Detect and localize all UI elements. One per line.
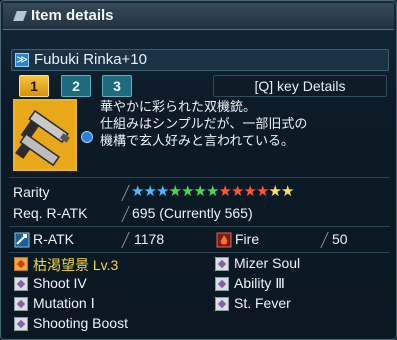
- rarity-label: Rarity: [13, 184, 50, 200]
- rarity-star-icon: ★: [143, 182, 157, 200]
- header-marker-icon: [13, 11, 27, 21]
- rarity-star-icon: ★: [281, 182, 295, 200]
- item-description: 華やかに彩られた双機銃。 仕組みはシンプルだが、一部旧式の 機構で玄人好みと言わ…: [100, 98, 390, 149]
- rarity-star-icon: ★: [268, 182, 282, 200]
- description-line-1: 華やかに彩られた双機銃。: [100, 99, 257, 114]
- window-title: Item details: [31, 7, 114, 24]
- rarity-star-icon: ★: [256, 182, 270, 200]
- ranged-attack-icon: [14, 232, 30, 248]
- affix-icon: [215, 297, 229, 311]
- rarity-star-icon: ★: [218, 182, 232, 200]
- affix-icon: [14, 277, 28, 291]
- details-button[interactable]: [Q] key Details: [213, 75, 387, 97]
- tab-3[interactable]: 3: [102, 75, 132, 97]
- rarity-star-icon: ★: [193, 182, 207, 200]
- req-ratk-label: Req. R-ATK: [13, 205, 88, 221]
- rarity-star-icon: ★: [206, 182, 220, 200]
- divider: [9, 252, 390, 253]
- affix-label: Shoot IV: [33, 275, 87, 291]
- affix-icon: [14, 317, 28, 331]
- fire-icon: [216, 232, 232, 248]
- divider-slash: [121, 185, 130, 201]
- affix-label: St. Fever: [234, 295, 291, 311]
- description-line-3: 機構で玄人好みと言われている。: [100, 133, 294, 148]
- affix-label: Ability Ⅲ: [234, 275, 285, 291]
- divider-slash: [121, 206, 130, 222]
- affix-icon: [215, 257, 229, 271]
- item-name-bar: ≫ Fubuki Rinka+10: [11, 49, 389, 71]
- divider: [9, 177, 390, 178]
- affix-label: Shooting Boost: [33, 315, 128, 331]
- rarity-star-icon: ★: [156, 182, 170, 200]
- ratk-value: 1178: [134, 231, 165, 247]
- item-name: Fubuki Rinka+10: [34, 51, 147, 68]
- affix-label: 枯渇望景 Lv.3: [33, 257, 119, 273]
- element-label: Fire: [235, 231, 260, 247]
- affix-icon: [14, 297, 28, 311]
- ratk-label: R-ATK: [33, 231, 74, 247]
- affix-label: Mutation Ⅰ: [33, 295, 95, 311]
- divider: [9, 226, 390, 227]
- no-trade-icon: [81, 131, 93, 143]
- divider-slash: [121, 232, 130, 248]
- window-header: Item details: [3, 3, 394, 30]
- twin-machinegun-image: [15, 109, 70, 167]
- rarity-star-icon: ★: [181, 182, 195, 200]
- special-ability-icon: [14, 257, 28, 271]
- req-ratk-value: 695 (Currently 565): [132, 205, 253, 221]
- tab-2[interactable]: 2: [61, 75, 91, 97]
- weapon-type-icon: ≫: [15, 53, 29, 67]
- affix-icon: [215, 277, 229, 291]
- affix-label: Mizer Soul: [234, 255, 301, 271]
- divider-slash: [320, 232, 329, 248]
- rarity-stars: ★ ★ ★ ★ ★ ★ ★ ★ ★ ★ ★ ★ ★: [131, 183, 294, 199]
- rarity-star-icon: ★: [231, 182, 245, 200]
- rarity-star-icon: ★: [168, 182, 182, 200]
- description-line-2: 仕組みはシンプルだが、一部旧式の: [100, 116, 308, 131]
- rarity-star-icon: ★: [131, 182, 145, 200]
- element-value: 50: [332, 231, 348, 247]
- item-details-window: Item details ≫ Fubuki Rinka+10 1 2 3 [Q]…: [0, 0, 397, 340]
- tab-1[interactable]: 1: [19, 75, 49, 97]
- rarity-star-icon: ★: [243, 182, 257, 200]
- weapon-thumbnail: [13, 99, 77, 171]
